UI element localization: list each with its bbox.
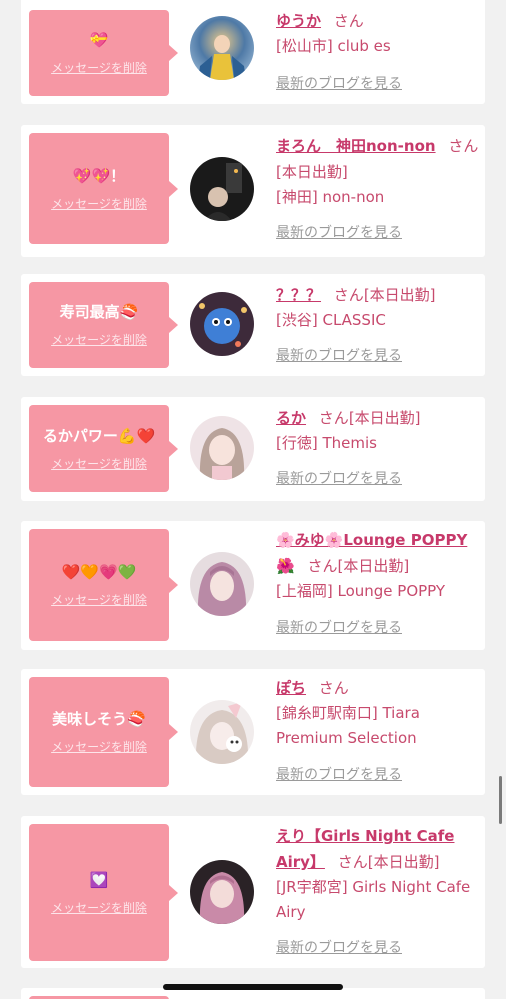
status-label: [本日出勤] — [348, 409, 421, 427]
profile-info: まろん 神田non-non さん [本日出勤] [神田] non-non — [276, 133, 482, 210]
delete-message-link[interactable]: メッセージを削除 — [51, 592, 147, 608]
message-card: 美味しそう🍣 メッセージを削除 ぽち さん [錦糸町駅南口] Tiara Pre… — [21, 669, 485, 795]
name-suffix-emoji: 🌺 — [276, 557, 295, 575]
delete-message-link[interactable]: メッセージを削除 — [51, 900, 147, 916]
message-bubble: るかパワー💪❤️ メッセージを削除 — [29, 405, 178, 492]
message-text: 💝 — [89, 31, 109, 49]
cast-name-link[interactable]: ？？？ — [276, 286, 321, 304]
honorific: さん — [333, 12, 364, 30]
honorific: さん — [333, 286, 364, 304]
shop-label: [松山市] club es — [276, 37, 391, 55]
cast-name-link[interactable]: まろん 神田non-non — [276, 137, 436, 155]
avatar-photo — [197, 562, 247, 616]
avatar-photo — [199, 872, 245, 924]
avatar[interactable] — [190, 860, 254, 924]
message-card: るかパワー💪❤️ メッセージを削除 るか さん[本日出勤] [行徳] Themi… — [21, 397, 485, 501]
message-text: 美味しそう🍣 — [52, 710, 146, 728]
latest-blog-link[interactable]: 最新のブログを見る — [276, 938, 402, 958]
message-card: 💖💖！ メッセージを削除 まろん 神田non-non さん [本日出勤] [神田]… — [21, 125, 485, 257]
profile-info: ぽち さん [錦糸町駅南口] Tiara Premium Selection — [276, 675, 482, 751]
honorific: さん — [337, 853, 368, 871]
message-card: 寿司最高🍣 メッセージを削除 ？？？ さん[本日出勤] [渋谷] CLASSIC… — [21, 274, 485, 376]
latest-blog-link[interactable]: 最新のブログを見る — [276, 74, 402, 94]
avatar[interactable] — [190, 700, 254, 764]
avatar-photo — [199, 428, 245, 480]
shop-label: [神田] non-non — [276, 188, 385, 206]
delete-message-link[interactable]: メッセージを削除 — [51, 60, 147, 76]
shop-label: [錦糸町駅南口] Tiara Premium Selection — [276, 704, 420, 747]
message-list-screen: 💝 メッセージを削除 ゆうか さん [松山市] club es 最新のブログを見… — [0, 0, 506, 999]
delete-message-link[interactable]: メッセージを削除 — [51, 739, 147, 755]
profile-info: るか さん[本日出勤] [行徳] Themis — [276, 405, 482, 456]
message-text: 💖💖！ — [72, 166, 126, 185]
profile-info: ゆうか さん [松山市] club es — [276, 8, 482, 59]
honorific: さん — [318, 679, 349, 697]
cast-name-link[interactable]: ゆうか — [276, 12, 321, 30]
message-text: ❤️🧡💗💚 — [61, 563, 137, 581]
honorific: さん — [448, 137, 479, 155]
home-indicator[interactable] — [163, 984, 343, 990]
status-label: [本日出勤] — [363, 286, 436, 304]
message-card: 💝 メッセージを削除 ゆうか さん [松山市] club es 最新のブログを見… — [21, 0, 485, 104]
message-bubble: 💟 メッセージを削除 — [29, 824, 178, 961]
message-bubble: 美味しそう🍣 メッセージを削除 — [29, 677, 178, 787]
cast-name-link[interactable]: ぽち — [276, 679, 306, 697]
cast-name-link[interactable]: 🌸みゆ🌸Lounge POPPY — [276, 531, 467, 549]
profile-info: ？？？ さん[本日出勤] [渋谷] CLASSIC — [276, 282, 482, 333]
delete-message-link[interactable]: メッセージを削除 — [51, 196, 147, 212]
shop-label: [JR宇都宮] Girls Night Cafe Airy — [276, 878, 471, 921]
delete-message-link[interactable]: メッセージを削除 — [51, 332, 147, 348]
status-label: [本日出勤] — [367, 853, 440, 871]
shop-label: [渋谷] CLASSIC — [276, 311, 386, 329]
avatar-photo — [199, 303, 247, 347]
message-bubble: 💝 メッセージを削除 — [29, 10, 178, 96]
avatar[interactable] — [190, 416, 254, 480]
avatar[interactable] — [190, 552, 254, 616]
message-bubble: ❤️🧡💗💚 メッセージを削除 — [29, 529, 178, 641]
shop-label: [行徳] Themis — [276, 434, 377, 452]
honorific: さん — [318, 409, 349, 427]
avatar[interactable] — [190, 16, 254, 80]
honorific: さん — [307, 557, 338, 575]
shop-label: [上福岡] Lounge POPPY — [276, 582, 446, 600]
latest-blog-link[interactable]: 最新のブログを見る — [276, 765, 402, 785]
latest-blog-link[interactable]: 最新のブログを見る — [276, 469, 402, 489]
message-text: 寿司最高🍣 — [59, 303, 139, 321]
latest-blog-link[interactable]: 最新のブログを見る — [276, 346, 402, 366]
profile-info: えり【Girls Night Cafe Airy】 さん[本日出勤] [JR宇都… — [276, 823, 482, 925]
latest-blog-link[interactable]: 最新のブログを見る — [276, 618, 402, 638]
avatar[interactable] — [190, 292, 254, 356]
message-text: るかパワー💪❤️ — [42, 426, 156, 445]
latest-blog-link[interactable]: 最新のブログを見る — [276, 223, 402, 243]
message-bubble: 💖💖！ メッセージを削除 — [29, 133, 178, 244]
status-label: [本日出勤] — [337, 557, 410, 575]
status-label: [本日出勤] — [276, 163, 348, 181]
avatar-photo — [195, 702, 249, 764]
profile-info: 🌸みゆ🌸Lounge POPPY 🌺 さん[本日出勤] [上福岡] Lounge… — [276, 527, 482, 604]
avatar-photo — [198, 35, 246, 80]
scrollbar[interactable] — [499, 776, 502, 824]
cast-name-link[interactable]: るか — [276, 409, 306, 427]
message-card: ❤️🧡💗💚 メッセージを削除 🌸みゆ🌸Lounge POPPY 🌺 さん[本日出… — [21, 521, 485, 650]
message-text: 💟 — [89, 870, 109, 889]
message-bubble: 寿司最高🍣 メッセージを削除 — [29, 282, 178, 368]
delete-message-link[interactable]: メッセージを削除 — [51, 456, 147, 472]
avatar-photo — [204, 163, 242, 221]
message-card: 💟 メッセージを削除 えり【Girls Night Cafe Airy】 さん[… — [21, 816, 485, 968]
avatar[interactable] — [190, 157, 254, 221]
